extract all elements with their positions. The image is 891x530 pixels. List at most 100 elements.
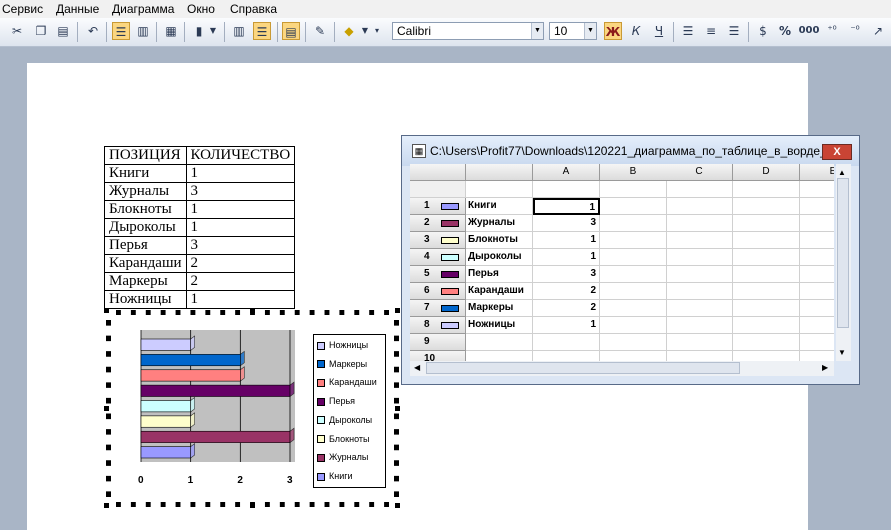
column-header[interactable]: C	[666, 164, 733, 181]
row-header[interactable]: 2	[410, 215, 466, 232]
data-cell[interactable]	[733, 198, 800, 215]
legend-item[interactable]: Перья	[317, 395, 355, 407]
chart-bar[interactable]	[140, 369, 241, 382]
data-cell[interactable]	[800, 232, 834, 249]
data-cell[interactable]: 1	[533, 317, 600, 334]
chart-bar[interactable]	[140, 354, 241, 367]
legend-item[interactable]: Журналы	[317, 451, 368, 463]
chart-legend[interactable]: Ножницы Маркеры Карандаши Перья Дыроколы Блок…	[313, 334, 386, 488]
data-cell[interactable]	[666, 266, 733, 283]
data-cell[interactable]: 1	[533, 198, 600, 215]
row-header[interactable]: 1	[410, 198, 466, 215]
data-cell[interactable]	[800, 215, 834, 232]
data-cell[interactable]: 1	[533, 249, 600, 266]
data-cell[interactable]	[800, 198, 834, 215]
data-cell[interactable]	[533, 181, 600, 198]
data-cell[interactable]	[533, 334, 600, 351]
data-cell[interactable]	[666, 283, 733, 300]
legend-item[interactable]: Дыроколы	[317, 414, 372, 426]
data-cell[interactable]	[800, 249, 834, 266]
scroll-left-icon[interactable]: ◀	[414, 363, 420, 372]
scroll-up-icon[interactable]: ▲	[838, 168, 846, 177]
data-cell[interactable]	[600, 334, 667, 351]
data-cell[interactable]	[600, 317, 667, 334]
data-cell[interactable]	[533, 351, 600, 361]
vertical-scroll-thumb[interactable]	[837, 178, 849, 328]
row-header[interactable]: 4	[410, 249, 466, 266]
row-label-cell[interactable]: Карандаши	[466, 283, 533, 300]
row-label-cell[interactable]: Маркеры	[466, 300, 533, 317]
data-cell[interactable]	[733, 249, 800, 266]
scroll-down-icon[interactable]: ▼	[838, 348, 846, 357]
data-cell[interactable]	[800, 317, 834, 334]
datasheet-grid[interactable]: A B C D E 1 Книги 1 2 Журналы 3 3 Блокноты 1 4 Дыроколы…	[410, 164, 834, 361]
data-cell[interactable]	[600, 198, 667, 215]
row-header[interactable]: 9	[410, 334, 466, 351]
data-cell[interactable]	[800, 181, 834, 198]
data-cell[interactable]	[666, 232, 733, 249]
data-cell[interactable]	[600, 351, 667, 361]
data-cell[interactable]	[600, 249, 667, 266]
data-cell[interactable]	[600, 283, 667, 300]
scroll-right-icon[interactable]: ▶	[822, 363, 828, 372]
data-cell[interactable]: 3	[533, 266, 600, 283]
data-cell[interactable]: 3	[533, 215, 600, 232]
data-cell[interactable]	[733, 181, 800, 198]
data-cell[interactable]	[666, 334, 733, 351]
data-cell[interactable]	[466, 181, 533, 198]
data-cell[interactable]	[733, 232, 800, 249]
column-header[interactable]: B	[600, 164, 667, 181]
data-cell[interactable]	[600, 181, 667, 198]
row-header[interactable]	[410, 181, 466, 198]
row-header[interactable]: 8	[410, 317, 466, 334]
chart-bar[interactable]	[140, 415, 191, 428]
row-label-cell[interactable]	[466, 351, 533, 361]
data-cell[interactable]	[600, 232, 667, 249]
chart-bar[interactable]	[140, 430, 291, 443]
horizontal-scroll-thumb[interactable]	[426, 362, 740, 374]
column-header[interactable]: D	[733, 164, 800, 181]
data-cell[interactable]: 2	[533, 300, 600, 317]
data-cell[interactable]	[666, 215, 733, 232]
data-cell[interactable]	[800, 300, 834, 317]
data-cell[interactable]	[733, 317, 800, 334]
data-cell[interactable]	[666, 351, 733, 361]
data-cell[interactable]: 2	[533, 283, 600, 300]
chart-bar[interactable]	[140, 384, 291, 397]
data-cell[interactable]: 1	[533, 232, 600, 249]
legend-item[interactable]: Ножницы	[317, 339, 368, 351]
data-cell[interactable]	[800, 351, 834, 361]
data-cell[interactable]	[733, 266, 800, 283]
data-cell[interactable]	[600, 266, 667, 283]
data-cell[interactable]	[733, 334, 800, 351]
row-header[interactable]: 10	[410, 351, 466, 361]
column-header[interactable]: A	[533, 164, 600, 181]
row-label-cell[interactable]: Дыроколы	[466, 249, 533, 266]
chart-bar[interactable]	[140, 446, 191, 459]
data-cell[interactable]	[666, 249, 733, 266]
row-label-cell[interactable]: Перья	[466, 266, 533, 283]
data-cell[interactable]	[666, 317, 733, 334]
row-header[interactable]: 7	[410, 300, 466, 317]
legend-item[interactable]: Карандаши	[317, 376, 377, 388]
row-label-cell[interactable]: Журналы	[466, 215, 533, 232]
row-label-cell[interactable]: Ножницы	[466, 317, 533, 334]
row-header[interactable]: 3	[410, 232, 466, 249]
data-cell[interactable]	[800, 283, 834, 300]
row-label-cell[interactable]: Книги	[466, 198, 533, 215]
data-cell[interactable]	[733, 351, 800, 361]
data-cell[interactable]	[600, 215, 667, 232]
data-cell[interactable]	[733, 215, 800, 232]
legend-item[interactable]: Блокноты	[317, 433, 369, 445]
data-cell[interactable]	[600, 300, 667, 317]
corner-cell[interactable]	[410, 164, 466, 181]
data-cell[interactable]	[666, 300, 733, 317]
row-label-cell[interactable]	[466, 334, 533, 351]
data-cell[interactable]	[800, 334, 834, 351]
chart-bar[interactable]	[140, 400, 191, 413]
data-cell[interactable]	[666, 181, 733, 198]
data-cell[interactable]	[733, 300, 800, 317]
legend-item[interactable]: Маркеры	[317, 358, 367, 370]
data-cell[interactable]	[733, 283, 800, 300]
data-cell[interactable]	[800, 266, 834, 283]
